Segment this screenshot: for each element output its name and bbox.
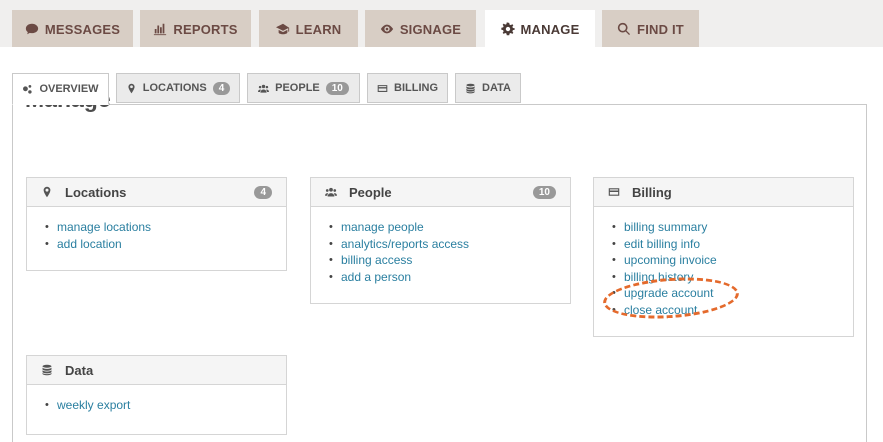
credit-card-icon — [608, 188, 620, 196]
locations-count-badge: 4 — [254, 185, 272, 199]
link-list: weekly export — [27, 385, 286, 414]
card-header: Data — [27, 356, 286, 385]
tab-label: MANAGE — [520, 21, 580, 37]
link-weekly-export[interactable]: weekly export — [45, 397, 286, 414]
bar-chart-icon — [154, 23, 167, 36]
tab-reports[interactable]: REPORTS — [140, 10, 251, 48]
link-manage-people[interactable]: manage people — [329, 219, 570, 236]
subtab-label: LOCATIONS — [142, 82, 207, 94]
graduation-cap-icon — [275, 23, 289, 35]
tab-label: FIND IT — [637, 21, 684, 37]
tab-label: SIGNAGE — [399, 21, 462, 37]
tab-label: LEARN — [295, 21, 342, 37]
gear-icon — [500, 22, 515, 36]
database-icon — [466, 83, 475, 93]
chat-icon — [25, 23, 38, 35]
subtab-label: PEOPLE — [275, 82, 320, 94]
card-title: People — [349, 184, 392, 200]
subtab-billing[interactable]: BILLING — [367, 73, 448, 103]
card-header: Locations 4 — [27, 178, 286, 207]
tab-learn[interactable]: LEARN — [259, 10, 358, 48]
map-pin-icon — [43, 186, 51, 198]
card-header: People 10 — [311, 178, 570, 207]
map-pin-icon — [128, 83, 135, 93]
link-list: manage locations add location — [27, 207, 286, 252]
subtab-locations[interactable]: LOCATIONS 4 — [116, 73, 240, 103]
tab-find-it[interactable]: FIND IT — [602, 10, 699, 48]
tab-manage[interactable]: MANAGE — [485, 10, 595, 48]
card-title: Data — [65, 362, 94, 378]
subtab-label: OVERVIEW — [39, 83, 99, 95]
link-edit-billing-info[interactable]: edit billing info — [612, 236, 853, 253]
subtab-label: DATA — [482, 82, 511, 94]
card-title: Billing — [632, 184, 672, 200]
link-billing-summary[interactable]: billing summary — [612, 219, 853, 236]
card-title: Locations — [65, 184, 127, 200]
people-count-badge: 10 — [532, 185, 556, 199]
subtab-data[interactable]: DATA — [455, 73, 521, 103]
link-manage-locations[interactable]: manage locations — [45, 219, 286, 236]
people-card: People 10 manage people analytics/report… — [310, 177, 571, 304]
tab-messages[interactable]: MESSAGES — [12, 10, 133, 48]
tab-label: MESSAGES — [44, 21, 121, 37]
subtab-people[interactable]: PEOPLE 10 — [247, 73, 360, 103]
eye-icon — [380, 24, 393, 34]
database-icon — [42, 364, 52, 376]
locations-card: Locations 4 manage locations add locatio… — [26, 177, 287, 271]
link-add-a-person[interactable]: add a person — [329, 269, 570, 286]
gears-icon — [23, 84, 33, 94]
tab-signage[interactable]: SIGNAGE — [365, 10, 476, 48]
top-nav: MESSAGES REPORTS LEARN SIGNAGE MANAGE FI… — [0, 0, 883, 48]
subtab-overview[interactable]: OVERVIEW — [12, 73, 109, 105]
locations-count-badge: 4 — [212, 81, 231, 95]
link-analytics-reports-access[interactable]: analytics/reports access — [329, 236, 570, 253]
link-billing-access[interactable]: billing access — [329, 252, 570, 269]
tab-label: REPORTS — [173, 21, 238, 37]
link-list: manage people analytics/reports access b… — [311, 207, 570, 285]
credit-card-icon — [377, 84, 388, 92]
link-add-location[interactable]: add location — [45, 236, 286, 253]
users-icon — [258, 84, 270, 93]
users-icon — [325, 187, 337, 197]
data-card: Data weekly export — [26, 355, 287, 435]
people-count-badge: 10 — [325, 81, 349, 95]
link-upcoming-invoice[interactable]: upcoming invoice — [612, 252, 853, 269]
subtab-label: BILLING — [394, 82, 438, 94]
card-header: Billing — [594, 178, 853, 207]
search-icon — [617, 22, 631, 36]
